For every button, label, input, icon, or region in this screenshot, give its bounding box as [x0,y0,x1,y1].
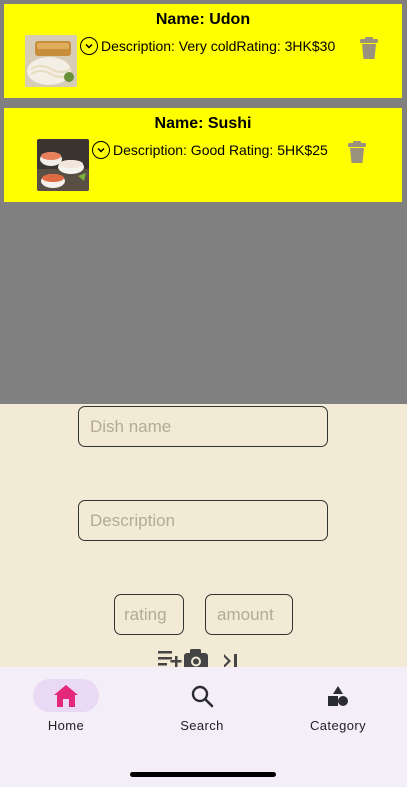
dish-list: Name: Udon Description: Very coldRating:… [0,0,407,404]
dish-image [37,139,89,191]
dish-name: Name: Udon [155,11,251,28]
dish-details: Description: Good Rating: 5HK$25 [113,142,328,158]
dish-name-input[interactable] [78,406,328,447]
list-add-icon[interactable] [158,651,182,667]
dish-details: Description: Very coldRating: 3HK$30 [101,38,336,54]
nav-item-home[interactable]: Home [16,679,116,739]
nav-label: Home [47,718,85,733]
dish-image [25,35,77,87]
dish-card: Name: Sushi Description: Good Rating: 5H… [4,108,402,202]
rating-input[interactable] [114,594,184,635]
nav-item-category[interactable]: Category [288,679,388,739]
form-action-icons [158,648,248,667]
dish-card: Name: Udon Description: Very coldRating:… [4,4,402,98]
bottom-navigation: Home Search Category [0,667,407,787]
delete-icon[interactable] [347,140,367,164]
nav-item-search[interactable]: Search [152,679,252,739]
amount-input[interactable] [205,594,293,635]
category-icon [328,685,348,706]
dish-name: Name: Sushi [154,115,252,132]
search-icon [191,685,214,707]
nav-label: Search [180,718,224,733]
delete-icon[interactable] [359,36,379,60]
camera-icon[interactable] [184,649,208,667]
home-icon [54,684,78,707]
nav-label: Category [310,718,366,733]
description-input[interactable] [78,500,328,541]
active-indicator [33,679,99,712]
home-indicator[interactable] [130,772,276,777]
skip-next-icon[interactable] [224,654,237,667]
expand-chevron-icon[interactable] [92,141,110,159]
add-dish-form [0,404,407,667]
expand-chevron-icon[interactable] [80,37,98,55]
